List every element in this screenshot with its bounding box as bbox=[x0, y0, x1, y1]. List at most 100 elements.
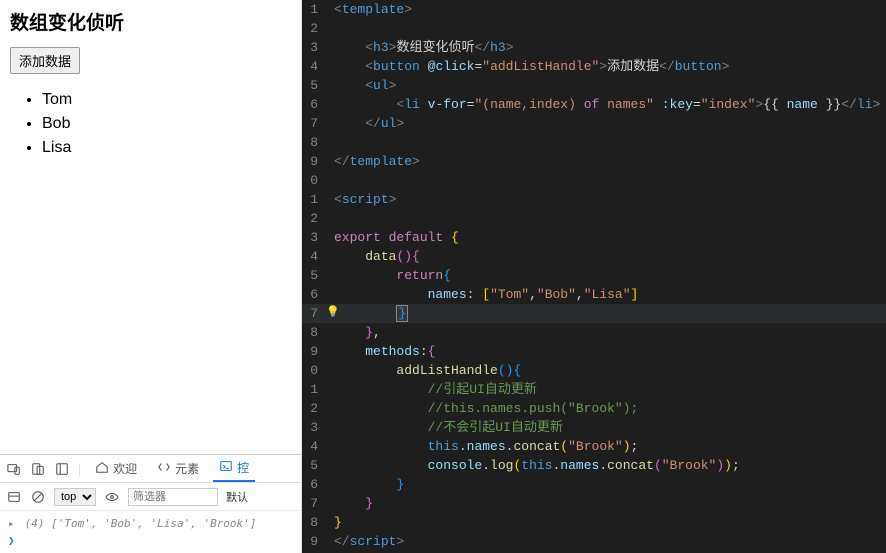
code-content bbox=[324, 209, 886, 228]
line-number: 7 bbox=[302, 494, 324, 513]
line-number: 4 bbox=[302, 437, 324, 456]
code-line[interactable]: 2 //this.names.push("Brook"); bbox=[302, 399, 886, 418]
code-content bbox=[324, 19, 886, 38]
code-line[interactable]: 0 bbox=[302, 171, 886, 190]
code-content: } bbox=[324, 304, 886, 323]
code-line[interactable]: 9</template> bbox=[302, 152, 886, 171]
code-line[interactable]: 6 } bbox=[302, 475, 886, 494]
line-number: 0 bbox=[302, 361, 324, 380]
code-content: //不会引起UI自动更新 bbox=[324, 418, 886, 437]
code-line[interactable]: 2 bbox=[302, 209, 886, 228]
code-line[interactable]: 3 //不会引起UI自动更新 bbox=[302, 418, 886, 437]
code-content: <template> bbox=[324, 0, 886, 19]
line-number: 5 bbox=[302, 456, 324, 475]
line-number: 9 bbox=[302, 152, 324, 171]
code-line[interactable]: 4 this.names.concat("Brook"); bbox=[302, 437, 886, 456]
console-log-line[interactable]: ▸ (4) ['Tom', 'Bob', 'Lisa', 'Brook'] bbox=[8, 517, 293, 530]
code-content bbox=[324, 133, 886, 152]
code-line[interactable]: 5 return{ bbox=[302, 266, 886, 285]
code-content: }, bbox=[324, 323, 886, 342]
code-line[interactable]: 1<template> bbox=[302, 0, 886, 19]
code-line[interactable]: 4 <button @click="addListHandle">添加数据</b… bbox=[302, 57, 886, 76]
code-content: this.names.concat("Brook"); bbox=[324, 437, 886, 456]
devtools-panel: | 欢迎 元素 控 top 默认 ▸ (4) bbox=[0, 454, 301, 553]
code-line[interactable]: 7 </ul> bbox=[302, 114, 886, 133]
code-content: </script> bbox=[324, 532, 886, 551]
code-content: <ul> bbox=[324, 76, 886, 95]
levels-label[interactable]: 默认 bbox=[226, 489, 248, 505]
line-number: 2 bbox=[302, 19, 324, 38]
filter-input[interactable] bbox=[128, 488, 218, 506]
line-number: 6 bbox=[302, 285, 324, 304]
tab-console[interactable]: 控 bbox=[213, 455, 255, 482]
console-prompt[interactable]: ❯ bbox=[8, 534, 293, 547]
code-content: <li v-for="(name,index) of names" :key="… bbox=[324, 95, 886, 114]
code-line[interactable]: 8 bbox=[302, 133, 886, 152]
code-content: export default { bbox=[324, 228, 886, 247]
code-content: console.log(this.names.concat("Brook")); bbox=[324, 456, 886, 475]
line-number: 9 bbox=[302, 532, 324, 551]
code-content: <script> bbox=[324, 190, 886, 209]
code-line[interactable]: 8 }, bbox=[302, 323, 886, 342]
line-number: 3 bbox=[302, 38, 324, 57]
line-number: 8 bbox=[302, 133, 324, 152]
line-number: 1 bbox=[302, 190, 324, 209]
console-output: ▸ (4) ['Tom', 'Bob', 'Lisa', 'Brook'] ❯ bbox=[0, 511, 301, 553]
sidebar-toggle-icon[interactable] bbox=[6, 489, 22, 505]
line-number: 2 bbox=[302, 399, 324, 418]
code-line[interactable]: 7 } bbox=[302, 494, 886, 513]
code-line[interactable]: 1<script> bbox=[302, 190, 886, 209]
code-content: names: ["Tom","Bob","Lisa"] bbox=[324, 285, 886, 304]
code-line[interactable]: 3 <h3>数组变化侦听</h3> bbox=[302, 38, 886, 57]
line-number: 6 bbox=[302, 95, 324, 114]
line-number: 2 bbox=[302, 209, 324, 228]
list-item: Tom bbox=[42, 88, 291, 112]
code-content: //引起UI自动更新 bbox=[324, 380, 886, 399]
list-item: Bob bbox=[42, 112, 291, 136]
tab-welcome[interactable]: 欢迎 bbox=[89, 455, 143, 482]
code-content: return{ bbox=[324, 266, 886, 285]
code-content: data(){ bbox=[324, 247, 886, 266]
device-icon[interactable] bbox=[6, 461, 22, 477]
line-number: 9 bbox=[302, 342, 324, 361]
code-line[interactable]: 5 <ul> bbox=[302, 76, 886, 95]
tab-elements[interactable]: 元素 bbox=[151, 455, 205, 482]
line-number: 1 bbox=[302, 380, 324, 399]
line-number: 4 bbox=[302, 57, 324, 76]
line-number: 1 bbox=[302, 0, 324, 19]
dock-icon[interactable] bbox=[54, 461, 70, 477]
clear-console-icon[interactable] bbox=[30, 489, 46, 505]
line-number: 5 bbox=[302, 266, 324, 285]
code-line[interactable]: 1 //引起UI自动更新 bbox=[302, 380, 886, 399]
code-line[interactable]: 4 data(){ bbox=[302, 247, 886, 266]
add-data-button[interactable]: 添加数据 bbox=[10, 47, 80, 74]
code-content: </ul> bbox=[324, 114, 886, 133]
list-item: Lisa bbox=[42, 136, 291, 160]
app-viewport: 数组变化侦听 添加数据 Tom Bob Lisa bbox=[0, 0, 301, 454]
console-icon bbox=[219, 459, 233, 476]
code-content: addListHandle(){ bbox=[324, 361, 886, 380]
code-line[interactable]: 6 names: ["Tom","Bob","Lisa"] bbox=[302, 285, 886, 304]
code-content bbox=[324, 171, 886, 190]
code-line[interactable]: 2 bbox=[302, 19, 886, 38]
code-line[interactable]: 6 <li v-for="(name,index) of names" :key… bbox=[302, 95, 886, 114]
code-content: } bbox=[324, 513, 886, 532]
code-line[interactable]: 9 methods:{ bbox=[302, 342, 886, 361]
eye-icon[interactable] bbox=[104, 489, 120, 505]
code-content: methods:{ bbox=[324, 342, 886, 361]
context-select[interactable]: top bbox=[54, 488, 96, 506]
line-number: 6 bbox=[302, 475, 324, 494]
code-content: </template> bbox=[324, 152, 886, 171]
responsive-icon[interactable] bbox=[30, 461, 46, 477]
code-line[interactable]: 9</script> bbox=[302, 532, 886, 551]
code-line[interactable]: 3export default { bbox=[302, 228, 886, 247]
line-number: 7 bbox=[302, 304, 324, 323]
code-line[interactable]: 7 } bbox=[302, 304, 886, 323]
code-line[interactable]: 8} bbox=[302, 513, 886, 532]
code-icon bbox=[157, 460, 171, 477]
code-line[interactable]: 5 console.log(this.names.concat("Brook")… bbox=[302, 456, 886, 475]
names-list: Tom Bob Lisa bbox=[10, 88, 291, 160]
code-line[interactable]: 0 addListHandle(){ bbox=[302, 361, 886, 380]
code-editor[interactable]: 1<template>23 <h3>数组变化侦听</h3>4 <button @… bbox=[302, 0, 886, 553]
home-icon bbox=[95, 460, 109, 477]
